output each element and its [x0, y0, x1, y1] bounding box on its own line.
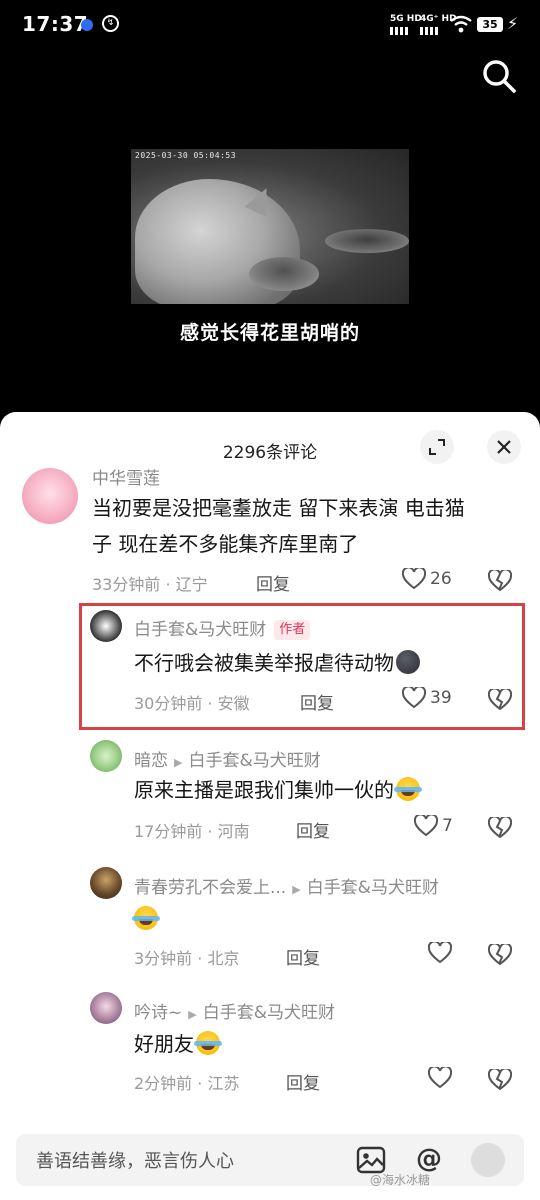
- reply-arrow-icon: ▶: [174, 756, 183, 769]
- comment-text: [132, 901, 160, 937]
- reply-button[interactable]: 回复: [286, 944, 320, 969]
- battery-icon: 35: [477, 17, 503, 32]
- comment-text-line: 不行哦会被集美举报虐待动物: [134, 651, 394, 675]
- author-name: 吟诗~: [134, 1003, 183, 1023]
- comment-text: 当初要是没把毫耋放走 留下来表演 电击猫 子 现在差不多能集齐库里南了: [92, 490, 522, 562]
- comment-author[interactable]: 白手套&马犬旺财 作者: [134, 615, 311, 640]
- comment-text: 好朋友: [134, 1026, 222, 1062]
- like-button[interactable]: 39: [402, 687, 452, 709]
- reply-button[interactable]: 回复: [286, 1069, 320, 1094]
- comment-input-placeholder[interactable]: 善语结善缘，恶言伤人心: [36, 1147, 234, 1173]
- heart-icon: [428, 1067, 452, 1089]
- like-count: 26: [430, 569, 452, 589]
- comment-text-line: 好朋友: [134, 1032, 194, 1056]
- reply-button[interactable]: 回复: [256, 570, 290, 595]
- like-button[interactable]: 7: [414, 815, 453, 837]
- avatar[interactable]: [90, 610, 122, 642]
- broken-heart-icon[interactable]: [488, 944, 512, 966]
- comment-author[interactable]: 吟诗~ ▶ 白手套&马犬旺财: [134, 998, 335, 1023]
- laugh-cry-emoji-icon: [132, 906, 160, 930]
- heart-icon: [428, 942, 452, 964]
- watermark: @海水冰糖: [370, 1173, 431, 1187]
- reply-arrow-icon: ▶: [292, 883, 301, 896]
- comment-sheet: 2296条评论 中华雪莲 当初要是没把毫耋放走 留下来表演 电击猫 子 现在差不…: [0, 412, 540, 1200]
- broken-heart-icon[interactable]: [488, 570, 512, 592]
- comment-author[interactable]: 中华雪莲: [92, 464, 160, 489]
- reply-to-name: 白手套&马犬旺财: [306, 878, 439, 898]
- avatar[interactable]: [90, 867, 122, 899]
- close-icon: [497, 440, 511, 454]
- avatar[interactable]: [90, 992, 122, 1024]
- notification-icon: ↯: [102, 15, 119, 32]
- reply-to-name: 白手套&马犬旺财: [188, 751, 321, 771]
- author-name: 青春劳孔不会爱上...: [134, 878, 287, 898]
- comment-text-line: 当初要是没把毫耋放走 留下来表演 电击猫: [92, 496, 465, 520]
- comment-count-title: 2296条评论: [222, 443, 318, 463]
- video-timestamp: 2025-03-30 05:04:53: [135, 151, 237, 160]
- avatar[interactable]: [90, 740, 122, 772]
- video-caption: 感觉长得花里胡哨的: [179, 322, 360, 344]
- heart-icon: [414, 815, 438, 837]
- charging-icon: ⚡: [507, 14, 519, 33]
- app-notification-icon: [81, 19, 93, 31]
- reply-button[interactable]: 回复: [296, 817, 330, 842]
- like-button[interactable]: [428, 1067, 452, 1089]
- like-button[interactable]: [428, 942, 452, 964]
- image-icon[interactable]: [356, 1146, 386, 1174]
- like-count: 7: [442, 816, 453, 836]
- like-button[interactable]: 26: [402, 568, 452, 590]
- laugh-cry-emoji-icon: [394, 777, 422, 801]
- comment-author[interactable]: 暗恋 ▶ 白手套&马犬旺财: [134, 746, 321, 771]
- comment-input-bar[interactable]: 善语结善缘，恶言伤人心 @: [16, 1134, 524, 1186]
- comment-text-line: 子 现在差不多能集齐库里南了: [92, 532, 359, 556]
- close-button[interactable]: [487, 430, 521, 464]
- wifi-icon: [450, 15, 472, 33]
- like-count: 39: [430, 688, 452, 708]
- emoji-icon[interactable]: [471, 1143, 505, 1177]
- reply-to-name: 白手套&马犬旺财: [202, 1003, 335, 1023]
- heart-icon: [402, 687, 426, 709]
- comment-text: 不行哦会被集美举报虐待动物: [134, 645, 420, 681]
- broken-heart-icon[interactable]: [488, 817, 512, 839]
- comment-text-line: 原来主播是跟我们集帅一伙的: [134, 778, 394, 802]
- comment-meta: 2分钟前 · 江苏: [134, 1074, 240, 1093]
- comment-meta: 17分钟前 · 河南: [134, 822, 250, 841]
- author-badge: 作者: [274, 620, 311, 640]
- status-time: 17:37: [22, 12, 89, 36]
- author-name: 暗恋: [134, 751, 168, 771]
- comment-meta: 3分钟前 · 北京: [134, 949, 240, 968]
- comment-meta: 30分钟前 · 安徽: [134, 694, 250, 713]
- comment-author[interactable]: 青春劳孔不会爱上... ▶ 白手套&马犬旺财: [134, 873, 439, 898]
- status-bar: 17:37 ↯ 5G HD 4G⁺ HD 35 ⚡: [0, 0, 540, 52]
- reply-button[interactable]: 回复: [300, 689, 334, 714]
- search-icon[interactable]: [480, 57, 518, 95]
- broken-heart-icon[interactable]: [488, 689, 512, 711]
- expand-icon: [429, 439, 445, 455]
- comment-meta: 33分钟前 · 辽宁: [92, 575, 208, 594]
- signal-5g-icon: 5G HD: [390, 14, 422, 35]
- food-bowl-2: [325, 229, 409, 253]
- comment-text: 原来主播是跟我们集帅一伙的: [134, 772, 422, 808]
- mention-icon[interactable]: @: [416, 1144, 442, 1174]
- avatar[interactable]: [22, 468, 78, 524]
- video-player[interactable]: 2025-03-30 05:04:53: [131, 149, 409, 304]
- laugh-cry-emoji-icon: [194, 1031, 222, 1055]
- author-name: 白手套&马犬旺财: [134, 620, 267, 640]
- expand-button[interactable]: [420, 430, 454, 464]
- reply-arrow-icon: ▶: [188, 1008, 197, 1021]
- broken-heart-icon[interactable]: [488, 1069, 512, 1091]
- dark-face-emoji-icon: [396, 650, 420, 674]
- heart-icon: [402, 568, 426, 590]
- net-label-1: 5G HD: [390, 14, 422, 24]
- food-bowl: [249, 257, 319, 291]
